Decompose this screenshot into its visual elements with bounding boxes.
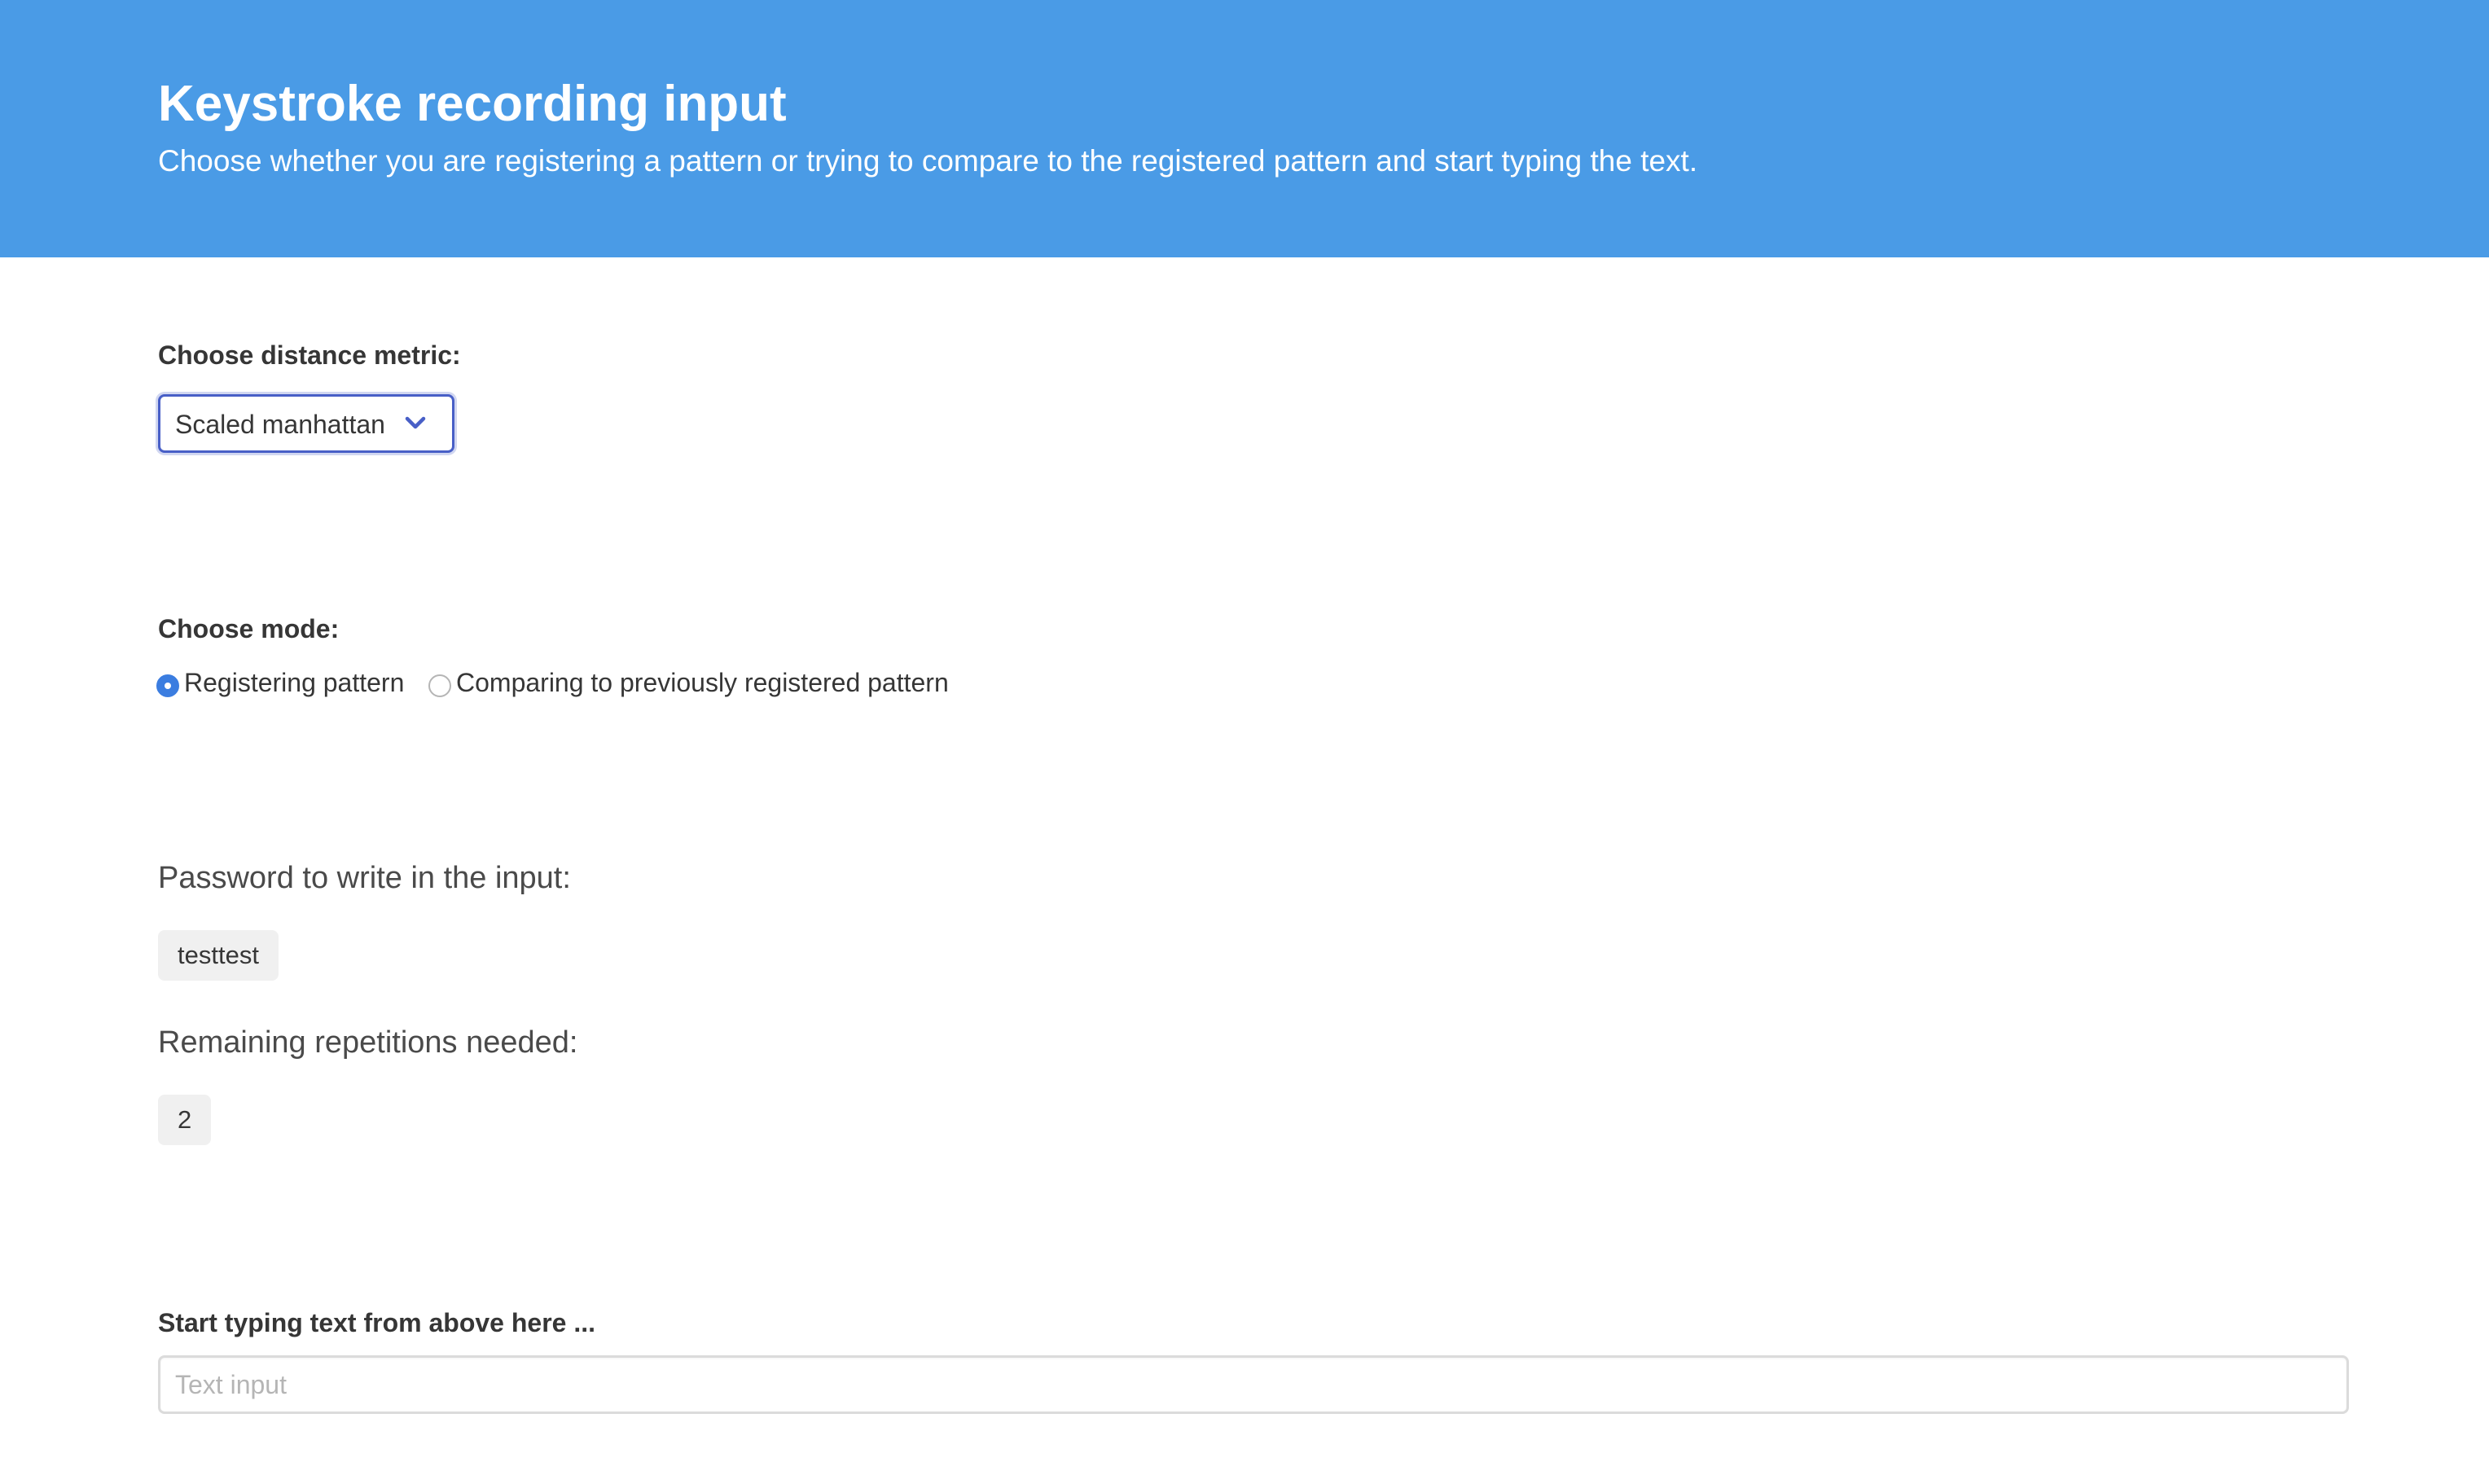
mode-option-label: Registering pattern — [184, 668, 405, 697]
page-title: Keystroke recording input — [158, 76, 787, 132]
typing-text-input[interactable] — [158, 1355, 2349, 1414]
distance-metric-label: Choose distance metric: — [158, 340, 461, 370]
mode-label: Choose mode: — [158, 614, 340, 643]
distance-metric-select[interactable]: Scaled manhattan — [158, 394, 454, 453]
page-subtitle: Choose whether you are registering a pat… — [158, 144, 1698, 178]
chevron-down-icon — [405, 416, 426, 429]
radio-checked-icon[interactable] — [156, 674, 179, 697]
password-tag: testtest — [158, 930, 279, 981]
password-label: Password to write in the input: — [158, 861, 571, 895]
typing-label: Start typing text from above here ... — [158, 1308, 595, 1337]
mode-option-label: Comparing to previously registered patte… — [456, 668, 949, 697]
repetitions-label: Remaining repetitions needed: — [158, 1025, 578, 1060]
radio-unchecked-icon[interactable] — [428, 674, 451, 697]
mode-option-registering[interactable]: Registering pattern — [156, 663, 417, 702]
page-header: Keystroke recording input Choose whether… — [0, 0, 2489, 257]
repetitions-count-tag: 2 — [158, 1095, 212, 1145]
mode-option-comparing[interactable]: Comparing to previously registered patte… — [428, 663, 999, 702]
distance-metric-selected-value: Scaled manhattan — [175, 410, 385, 439]
